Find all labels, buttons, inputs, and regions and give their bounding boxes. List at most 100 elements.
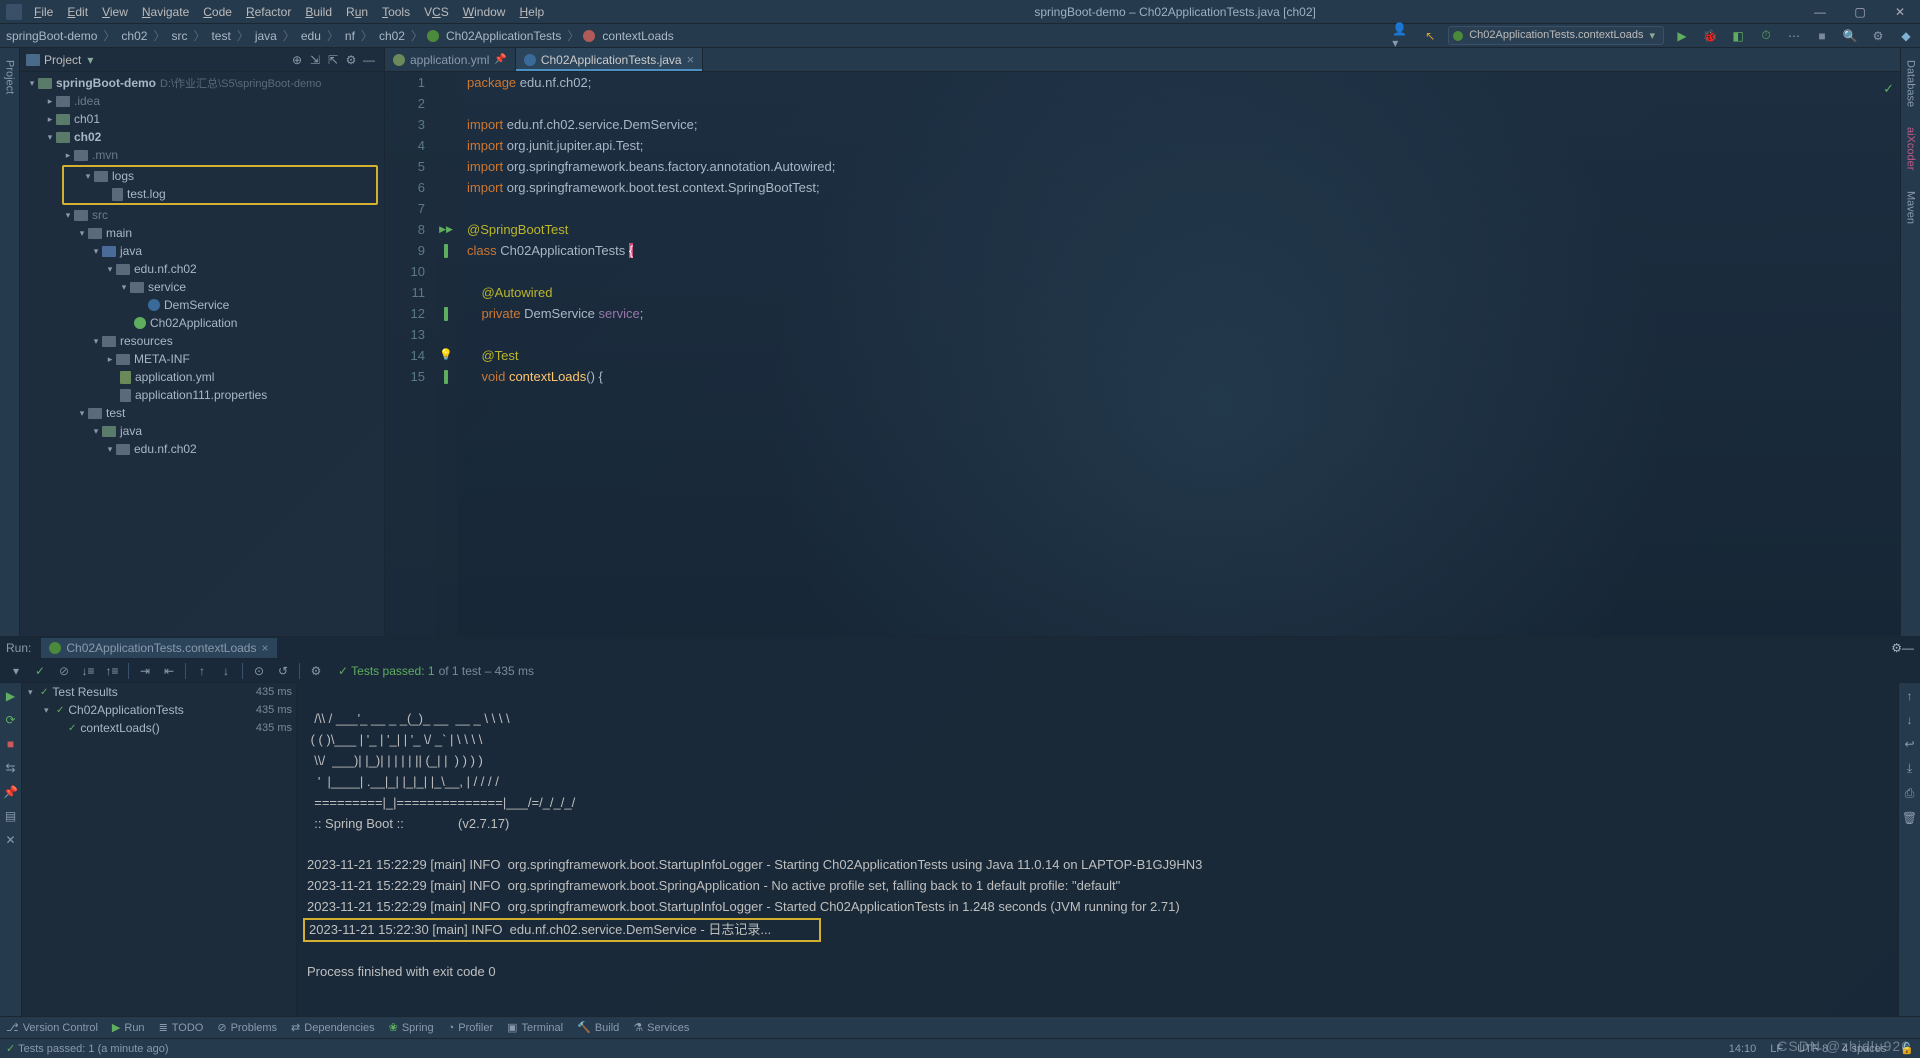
console-output[interactable]: /\\ / ___'_ __ _ _(_)_ __ __ _ \ \ \ \ (… xyxy=(297,683,1898,1016)
close-tab-icon[interactable]: × xyxy=(687,52,695,67)
expand-all-icon[interactable]: ⇲ xyxy=(306,51,324,69)
ai-button[interactable]: ◆ xyxy=(1896,26,1916,46)
soft-wrap-icon[interactable]: ↩ xyxy=(1904,737,1914,751)
test-settings-icon[interactable]: ⚙ xyxy=(306,661,326,681)
editor-tab-application-yml[interactable]: application.yml 📌 xyxy=(385,48,516,71)
more-run-icon[interactable]: ⋯ xyxy=(1784,26,1804,46)
code-content[interactable]: package edu.nf.ch02; import edu.nf.ch02.… xyxy=(457,72,1900,636)
next-fail-icon[interactable]: ↓ xyxy=(216,661,236,681)
show-passed-icon[interactable]: ✓ xyxy=(30,661,50,681)
tool-database[interactable]: Database xyxy=(1905,56,1917,111)
menu-vcs[interactable]: VCS xyxy=(418,2,455,22)
run-settings-icon[interactable]: ⚙ xyxy=(1891,641,1902,655)
sort-icon[interactable]: ↓≡ xyxy=(78,661,98,681)
toggle-auto-icon[interactable]: ⇆ xyxy=(5,761,15,775)
menu-view[interactable]: View xyxy=(96,2,134,22)
export-icon[interactable]: ⇤ xyxy=(159,661,179,681)
crumb[interactable]: test xyxy=(209,29,232,43)
crumb[interactable]: nf xyxy=(343,29,357,43)
stop-run-button[interactable]: ■ xyxy=(7,737,14,751)
clear-icon[interactable]: 🗑 xyxy=(1902,811,1917,825)
profile-button[interactable]: ⏱ xyxy=(1756,26,1776,46)
crumb[interactable]: ch02 xyxy=(377,29,407,43)
layout-icon[interactable]: ▤ xyxy=(5,809,16,823)
hide-run-icon[interactable]: — xyxy=(1902,641,1914,655)
crumb[interactable]: src xyxy=(169,29,189,43)
close-button[interactable]: ✕ xyxy=(1880,0,1920,24)
pin-icon[interactable]: 📌 xyxy=(494,54,506,65)
caret-position[interactable]: 14:10 xyxy=(1729,1043,1757,1055)
tree-node-logs[interactable]: ▾logs xyxy=(64,167,376,185)
editor-gutter[interactable]: ▶▶ 💡 xyxy=(435,72,457,636)
history-icon[interactable]: ↺ xyxy=(273,661,293,681)
prev-fail-icon[interactable]: ↑ xyxy=(192,661,212,681)
menu-code[interactable]: Code xyxy=(197,2,238,22)
stop-button[interactable]: ■ xyxy=(1812,26,1832,46)
crumb[interactable]: Ch02ApplicationTests xyxy=(444,29,563,43)
rerun-button[interactable]: ▶ xyxy=(6,689,15,703)
maximize-button[interactable]: ▢ xyxy=(1840,0,1880,24)
vcs-user-icon[interactable]: 👤▾ xyxy=(1392,26,1412,46)
coverage-button[interactable]: ◧ xyxy=(1728,26,1748,46)
tool-profiler[interactable]: ◔Profiler xyxy=(448,1022,494,1034)
back-button[interactable]: ↖ xyxy=(1420,26,1440,46)
menu-file[interactable]: File xyxy=(28,2,59,22)
show-ignored-icon[interactable]: ⊘ xyxy=(54,661,74,681)
tool-maven[interactable]: Maven xyxy=(1905,187,1917,228)
menu-build[interactable]: Build xyxy=(299,2,338,22)
file-encoding[interactable]: UTF-8 xyxy=(1797,1043,1828,1055)
crumb[interactable]: java xyxy=(253,29,279,43)
menu-run[interactable]: Run xyxy=(340,2,374,22)
test-tree[interactable]: ▾✓Test Results435 ms ▾✓Ch02ApplicationTe… xyxy=(22,683,297,1016)
run-config-tab[interactable]: Ch02ApplicationTests.contextLoads × xyxy=(41,638,276,658)
panel-settings-icon[interactable]: ⚙ xyxy=(342,51,360,69)
run-config-selector[interactable]: Ch02ApplicationTests.contextLoads xyxy=(1448,26,1664,45)
menu-edit[interactable]: Edit xyxy=(61,2,94,22)
pin-icon[interactable]: 📌 xyxy=(3,785,18,799)
tool-terminal[interactable]: ▣Terminal xyxy=(507,1021,563,1034)
tool-project[interactable]: Project xyxy=(4,56,16,98)
import-icon[interactable]: ⇥ xyxy=(135,661,155,681)
run-button[interactable]: ▶ xyxy=(1672,26,1692,46)
menu-navigate[interactable]: Navigate xyxy=(136,2,195,22)
menu-refactor[interactable]: Refactor xyxy=(240,2,297,22)
tool-spring[interactable]: ❀Spring xyxy=(389,1021,434,1034)
scroll-down-icon[interactable]: ↓ xyxy=(1907,713,1913,727)
intention-bulb-icon[interactable]: 💡 xyxy=(439,345,453,366)
scroll-up-icon[interactable]: ↑ xyxy=(1907,689,1913,703)
readonly-indicator[interactable]: 🔓 xyxy=(1900,1042,1914,1055)
close-run-tab-icon[interactable]: × xyxy=(261,641,268,655)
settings-button[interactable]: ⚙ xyxy=(1868,26,1888,46)
menu-tools[interactable]: Tools xyxy=(376,2,416,22)
project-view-dropdown[interactable]: ▾ xyxy=(87,53,93,67)
tree-node-testlog[interactable]: test.log xyxy=(64,185,376,203)
expand-tests-icon[interactable]: ▾ xyxy=(6,661,26,681)
close-icon[interactable]: ✕ xyxy=(5,833,15,847)
tool-todo[interactable]: ≣TODO xyxy=(159,1021,204,1034)
crumb[interactable]: edu xyxy=(299,29,323,43)
hide-panel-icon[interactable]: — xyxy=(360,51,378,69)
crumb[interactable]: contextLoads xyxy=(600,29,675,43)
crumb[interactable]: ch02 xyxy=(119,29,149,43)
tool-version-control[interactable]: ⎇Version Control xyxy=(6,1021,98,1034)
locate-icon[interactable]: ⊕ xyxy=(288,51,306,69)
tool-aixcoder[interactable]: aiXcoder xyxy=(1905,123,1917,174)
line-separator[interactable]: LF xyxy=(1770,1043,1783,1055)
crumb[interactable]: springBoot-demo xyxy=(4,29,99,43)
tool-services[interactable]: ⚗Services xyxy=(633,1021,689,1034)
tool-run[interactable]: ▶Run xyxy=(112,1021,145,1034)
menu-window[interactable]: Window xyxy=(457,2,512,22)
scroll-to-end-icon[interactable]: ⤓ xyxy=(1907,761,1912,776)
run-class-gutter-icon[interactable]: ▶▶ xyxy=(439,219,453,240)
debug-button[interactable]: 🐞 xyxy=(1700,26,1720,46)
indent-settings[interactable]: 4 spaces xyxy=(1842,1043,1886,1055)
sort2-icon[interactable]: ↑≡ xyxy=(102,661,122,681)
search-button[interactable]: 🔍 xyxy=(1840,26,1860,46)
minimize-button[interactable]: — xyxy=(1800,0,1840,24)
inspection-ok-icon[interactable]: ✓ xyxy=(1883,78,1894,99)
watch-icon[interactable]: ⊙ xyxy=(249,661,269,681)
tool-build[interactable]: 🔨Build xyxy=(577,1021,619,1034)
rerun-failed-button[interactable]: ⟳ xyxy=(5,713,15,727)
tool-problems[interactable]: ⊘Problems xyxy=(217,1021,277,1034)
collapse-all-icon[interactable]: ⇱ xyxy=(324,51,342,69)
